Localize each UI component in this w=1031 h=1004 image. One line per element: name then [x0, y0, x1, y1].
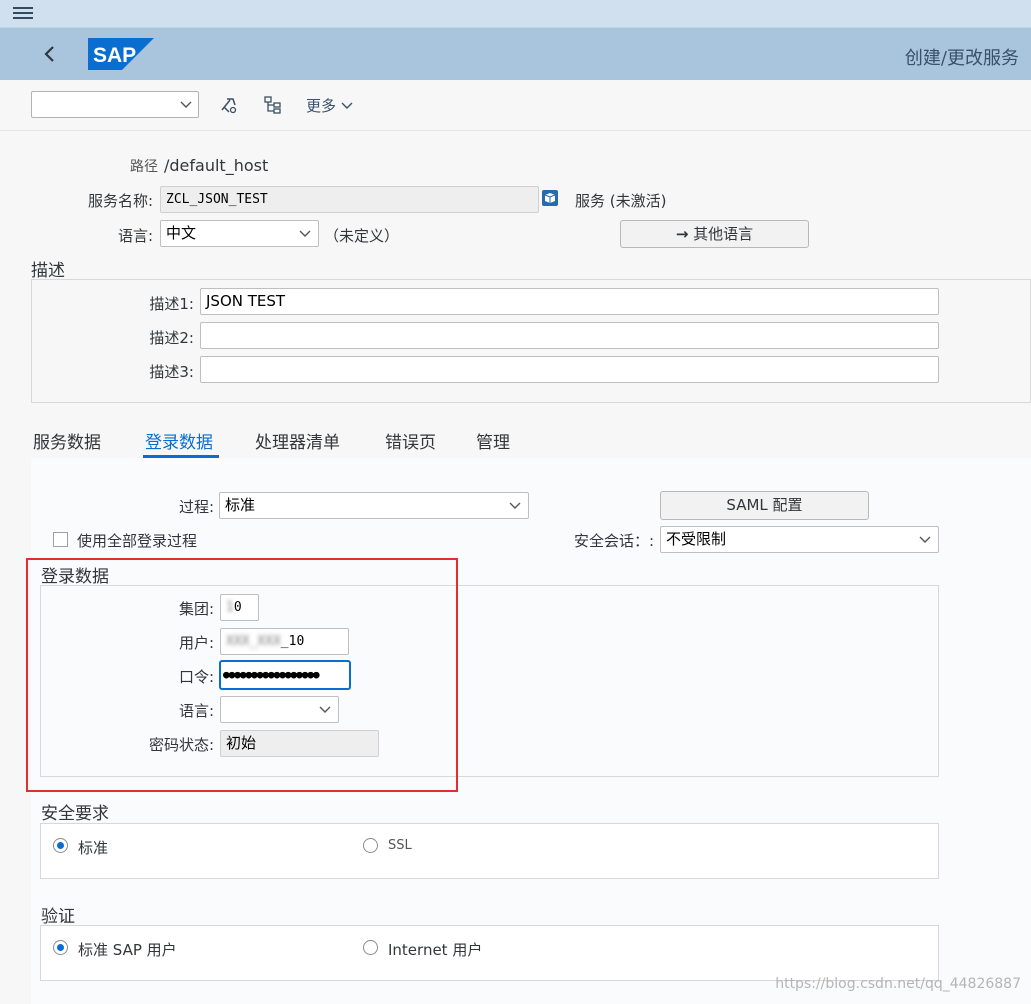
description-title: 描述 [31, 261, 65, 281]
service-name-field[interactable]: ZCL_JSON_TEST [160, 186, 539, 213]
security-requirements-title: 安全要求 [41, 804, 109, 824]
language-label: 语言: [117, 227, 153, 245]
desc3-field[interactable] [200, 356, 939, 383]
tab-logon-data[interactable]: 登录数据 [145, 428, 213, 453]
page-title: 创建/更改服务 [904, 48, 1019, 69]
security-session-label: 安全会话：: [573, 532, 654, 550]
chevron-down-icon [919, 536, 931, 543]
authentication-title: 验证 [41, 907, 75, 927]
more-menu-button[interactable]: 更多 [306, 95, 353, 116]
security-standard-label: 标准 [78, 839, 109, 857]
desc1-label: 描述1: [149, 295, 194, 313]
path-label: 路径 [130, 159, 158, 175]
tab-error-pages[interactable]: 错误页 [385, 428, 436, 453]
highlight-box [26, 558, 458, 792]
language-value: 中文 [166, 224, 197, 242]
auth-standard-sap-user-radio[interactable] [53, 940, 68, 955]
procedure-select[interactable]: 标准 [219, 492, 529, 519]
use-all-logon-label: 使用全部登录过程 [77, 532, 198, 550]
desc1-field[interactable]: JSON TEST [200, 288, 939, 315]
more-label: 更多 [306, 97, 337, 115]
procedure-value: 标准 [225, 496, 256, 514]
saml-config-button[interactable]: SAML 配置 [660, 491, 869, 520]
other-languages-button[interactable]: → 其他语言 [620, 220, 809, 248]
service-status-text: 服务 (未激活) [575, 192, 667, 210]
chevron-down-icon [180, 101, 192, 108]
hierarchy-icon[interactable] [262, 94, 284, 116]
security-ssl-radio[interactable] [363, 838, 378, 853]
chevron-down-icon [341, 102, 353, 109]
chevron-down-icon [509, 502, 521, 509]
security-requirements-group [40, 823, 939, 879]
watermark: https://blog.csdn.net/qq_44826887 [775, 976, 1021, 992]
desc2-field[interactable] [200, 322, 939, 349]
procedure-label: 过程: [178, 498, 214, 516]
security-session-select[interactable]: 不受限制 [660, 526, 939, 553]
sap-logo[interactable]: SAP [88, 38, 154, 70]
activate-icon[interactable] [218, 94, 240, 116]
chevron-down-icon [299, 230, 311, 237]
auth-internet-user-label: Internet 用户 [388, 941, 483, 959]
service-status-icon [542, 190, 558, 206]
command-select[interactable] [31, 91, 199, 118]
service-name-label: 服务名称: [87, 192, 153, 210]
svg-text:SAP: SAP [93, 44, 136, 67]
tab-service-data[interactable]: 服务数据 [33, 428, 101, 453]
language-select[interactable]: 中文 [160, 220, 319, 247]
path-value: /default_host [164, 156, 269, 175]
security-standard-radio[interactable] [53, 838, 68, 853]
use-all-logon-checkbox[interactable] [53, 532, 68, 547]
other-languages-label: 其他语言 [693, 225, 754, 243]
security-ssl-label: SSL [388, 838, 412, 853]
arrow-right-icon: → [675, 225, 689, 243]
tab-handler-list[interactable]: 处理器清单 [255, 428, 340, 453]
security-session-value: 不受限制 [666, 530, 727, 548]
menu-icon[interactable] [13, 4, 33, 22]
shell-bar [0, 28, 1031, 80]
back-icon[interactable] [38, 42, 62, 66]
desc3-label: 描述3: [149, 363, 194, 381]
auth-standard-sap-user-label: 标准 SAP 用户 [78, 941, 177, 959]
tab-administration[interactable]: 管理 [476, 428, 510, 453]
menu-strip [0, 0, 1031, 28]
language-note: （未定义） [324, 227, 400, 245]
desc2-label: 描述2: [149, 329, 194, 347]
auth-internet-user-radio[interactable] [363, 940, 378, 955]
